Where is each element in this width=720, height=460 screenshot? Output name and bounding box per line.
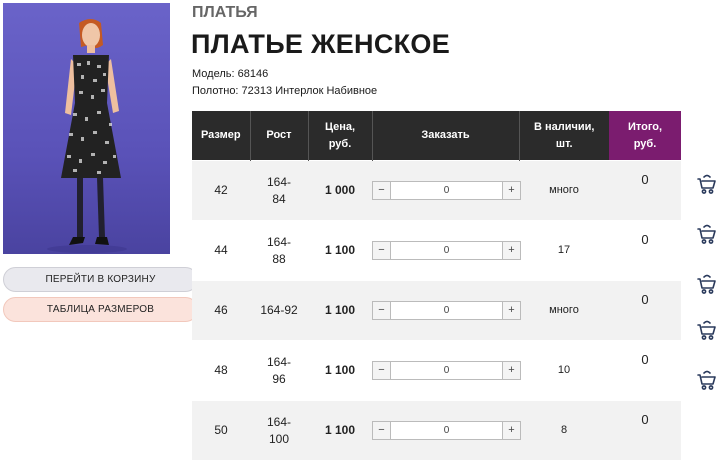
cell-stock: много bbox=[519, 281, 609, 341]
table-row: 46 164-92 1 100 − 0 + много 0 bbox=[192, 281, 681, 341]
increment-button[interactable]: + bbox=[502, 302, 520, 319]
product-title: ПЛАТЬЕ ЖЕНСКОЕ bbox=[191, 29, 450, 60]
cell-height: 164-88 bbox=[250, 221, 308, 281]
cell-total: 0 bbox=[609, 221, 681, 281]
quantity-stepper: − 0 + bbox=[372, 301, 521, 320]
table-row: 44 164-88 1 100 − 0 + 17 0 bbox=[192, 221, 681, 281]
product-photo-image bbox=[3, 3, 170, 254]
quantity-stepper: − 0 + bbox=[372, 181, 521, 200]
cart-icon[interactable] bbox=[695, 272, 719, 296]
cell-total: 0 bbox=[609, 341, 681, 401]
cell-size: 48 bbox=[192, 341, 250, 401]
cell-stock: 8 bbox=[519, 401, 609, 460]
cell-order: − 0 + bbox=[372, 221, 519, 281]
cell-price: 1 100 bbox=[308, 401, 372, 460]
size-chart-button[interactable]: ТАБЛИЦА РАЗМЕРОВ bbox=[3, 297, 198, 322]
quantity-input[interactable]: 0 bbox=[391, 182, 502, 199]
increment-button[interactable]: + bbox=[502, 182, 520, 199]
cell-order: − 0 + bbox=[372, 281, 519, 341]
cell-order: − 0 + bbox=[372, 161, 519, 221]
fabric-line: Полотно: 72313 Интерлок Набивное bbox=[192, 85, 377, 97]
cell-size: 46 bbox=[192, 281, 250, 341]
quantity-stepper: − 0 + bbox=[372, 361, 521, 380]
col-header-order: Заказать bbox=[372, 111, 519, 161]
quantity-input[interactable]: 0 bbox=[391, 242, 502, 259]
cell-order: − 0 + bbox=[372, 341, 519, 401]
quantity-input[interactable]: 0 bbox=[391, 422, 502, 439]
table-row: 48 164-96 1 100 − 0 + 10 0 bbox=[192, 341, 681, 401]
increment-button[interactable]: + bbox=[502, 362, 520, 379]
cell-size: 50 bbox=[192, 401, 250, 460]
col-header-total: Итого,руб. bbox=[609, 111, 681, 161]
quantity-stepper: − 0 + bbox=[372, 421, 521, 440]
increment-button[interactable]: + bbox=[502, 242, 520, 259]
model-line: Модель: 68146 bbox=[192, 68, 268, 80]
cell-total: 0 bbox=[609, 161, 681, 221]
go-to-cart-button[interactable]: ПЕРЕЙТИ В КОРЗИНУ bbox=[3, 267, 198, 292]
table-header-row: Размер Рост Цена,руб. Заказать В наличии… bbox=[192, 111, 681, 161]
col-header-price: Цена,руб. bbox=[308, 111, 372, 161]
cell-size: 44 bbox=[192, 221, 250, 281]
quantity-input[interactable]: 0 bbox=[391, 302, 502, 319]
col-header-size: Размер bbox=[192, 111, 250, 161]
cell-stock: 17 bbox=[519, 221, 609, 281]
cell-height: 164-92 bbox=[250, 281, 308, 341]
cell-total: 0 bbox=[609, 281, 681, 341]
cart-icon[interactable] bbox=[695, 318, 719, 342]
size-order-table: Размер Рост Цена,руб. Заказать В наличии… bbox=[192, 111, 681, 460]
cell-price: 1 100 bbox=[308, 341, 372, 401]
cell-price: 1 100 bbox=[308, 221, 372, 281]
product-photo[interactable] bbox=[3, 3, 170, 254]
cart-icon[interactable] bbox=[695, 222, 719, 246]
cell-stock: 10 bbox=[519, 341, 609, 401]
decrement-button[interactable]: − bbox=[373, 362, 391, 379]
table-row: 50 164-100 1 100 − 0 + 8 0 bbox=[192, 401, 681, 460]
cell-stock: много bbox=[519, 161, 609, 221]
cell-price: 1 100 bbox=[308, 281, 372, 341]
cell-price: 1 000 bbox=[308, 161, 372, 221]
cell-height: 164-96 bbox=[250, 341, 308, 401]
quantity-input[interactable]: 0 bbox=[391, 362, 502, 379]
table-row: 42 164-84 1 000 − 0 + много 0 bbox=[192, 161, 681, 221]
category-label: ПЛАТЬЯ bbox=[192, 4, 258, 22]
cell-height: 164-100 bbox=[250, 401, 308, 460]
cell-height: 164-84 bbox=[250, 161, 308, 221]
cell-total: 0 bbox=[609, 401, 681, 460]
col-header-height: Рост bbox=[250, 111, 308, 161]
cell-size: 42 bbox=[192, 161, 250, 221]
decrement-button[interactable]: − bbox=[373, 242, 391, 259]
increment-button[interactable]: + bbox=[502, 422, 520, 439]
cart-icon[interactable] bbox=[695, 368, 719, 392]
col-header-stock: В наличии,шт. bbox=[519, 111, 609, 161]
quantity-stepper: − 0 + bbox=[372, 241, 521, 260]
decrement-button[interactable]: − bbox=[373, 422, 391, 439]
decrement-button[interactable]: − bbox=[373, 302, 391, 319]
cell-order: − 0 + bbox=[372, 401, 519, 460]
decrement-button[interactable]: − bbox=[373, 182, 391, 199]
cart-icon[interactable] bbox=[695, 172, 719, 196]
